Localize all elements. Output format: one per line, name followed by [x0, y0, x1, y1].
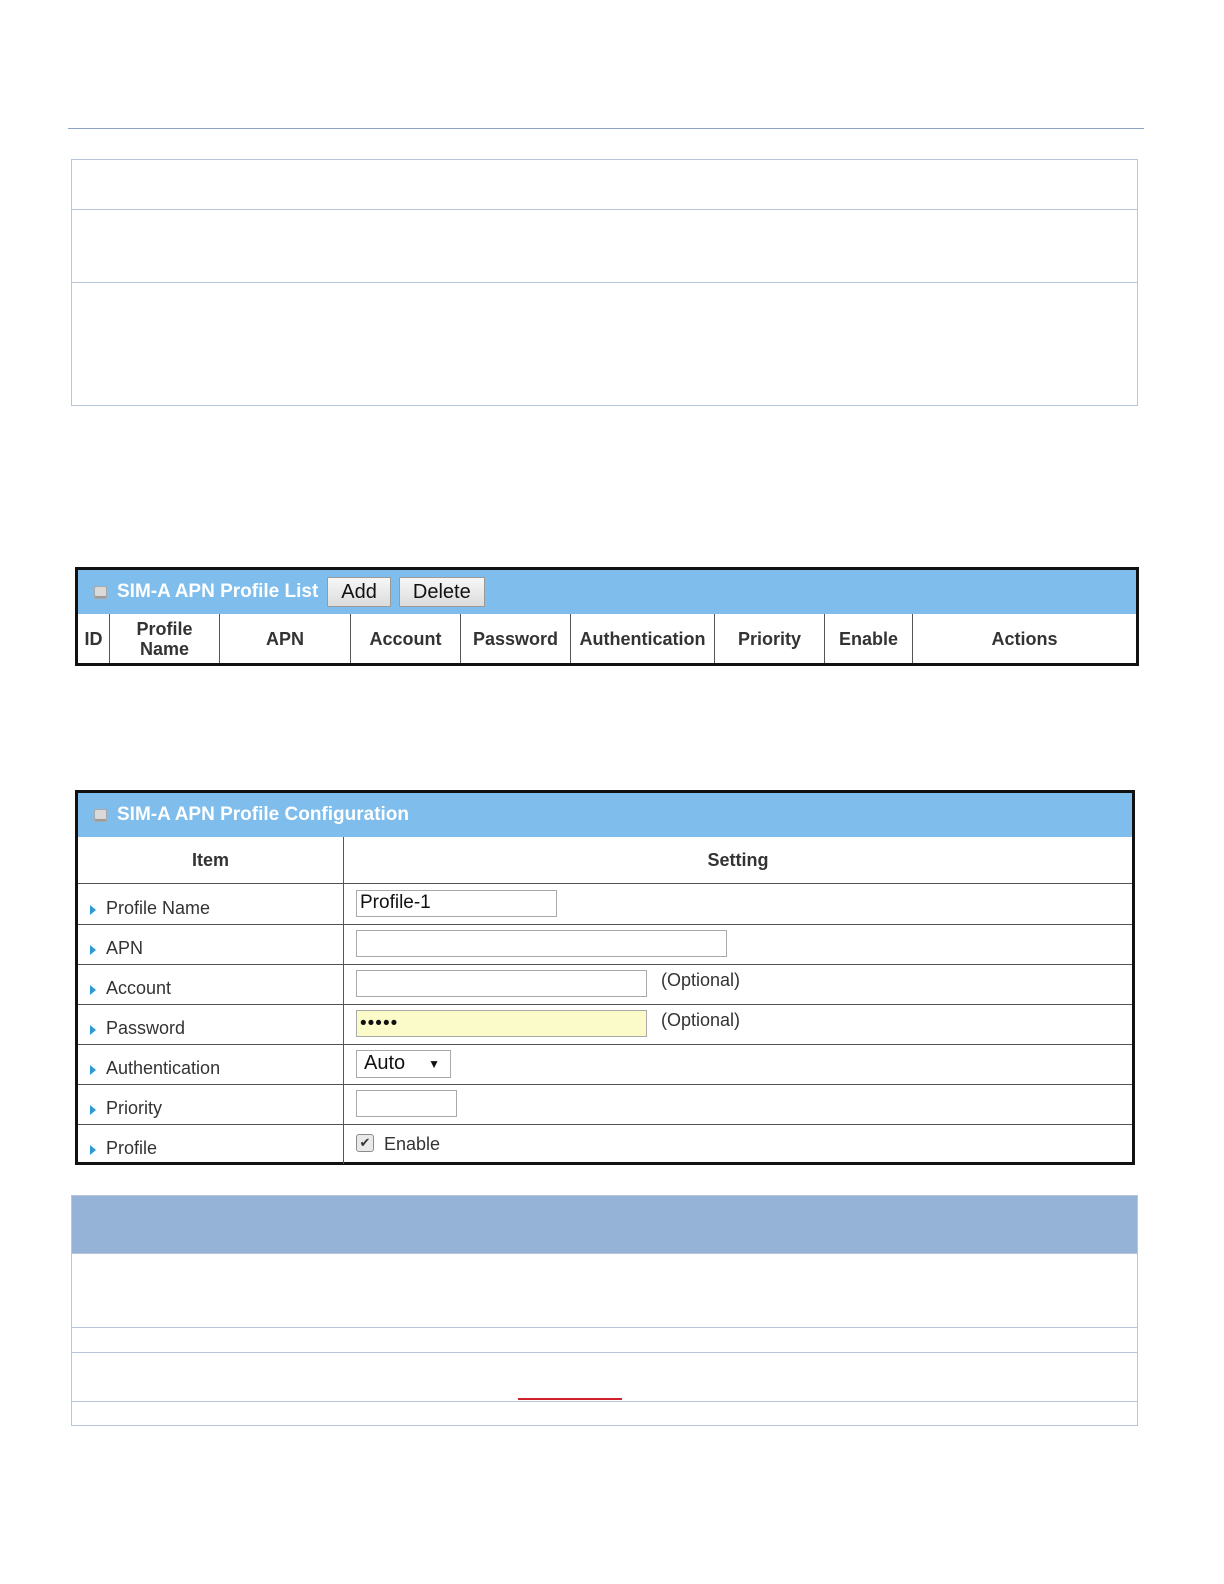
authentication-select[interactable]: Auto ▼ [356, 1049, 451, 1078]
col-account: Account [351, 614, 461, 663]
profile-name-label: Profile Name [106, 898, 211, 918]
col-actions: Actions [991, 628, 1058, 649]
panel-toggle-icon[interactable] [94, 808, 107, 822]
authentication-selected-value: Auto [364, 1052, 406, 1074]
config-row-profile: Profile ✔ Enable [78, 1124, 1132, 1164]
doc-row [72, 210, 1137, 283]
list-panel-header: SIM-A APN Profile List Add Delete [78, 570, 1136, 614]
password-label: Password [106, 1018, 186, 1038]
bullet-arrow-icon [90, 1105, 96, 1115]
col-priority: Priority [715, 614, 825, 663]
add-button[interactable]: Add [327, 577, 391, 607]
priority-input[interactable] [356, 1090, 457, 1117]
list-column-headers: ID Profile Name APN Account Password Aut… [78, 614, 1136, 663]
config-row-profile-name: Profile Name [78, 884, 1132, 924]
doc-table-bottom [71, 1195, 1138, 1426]
hyperlink-underline[interactable] [518, 1398, 622, 1400]
doc-row [72, 283, 1137, 405]
bullet-arrow-icon [90, 945, 96, 955]
profile-name-input[interactable] [356, 889, 557, 917]
bullet-arrow-icon [90, 1065, 96, 1075]
apn-profile-config-panel: SIM-A APN Profile Configuration Item Set… [75, 790, 1135, 1165]
config-row-priority: Priority [78, 1084, 1132, 1124]
account-label: Account [106, 978, 172, 998]
col-enable: Enable [825, 614, 913, 663]
bullet-arrow-icon [90, 1145, 96, 1155]
config-row-account: Account (Optional) [78, 964, 1132, 1004]
config-header-row: Item Setting [78, 837, 1132, 884]
priority-label: Priority [106, 1098, 163, 1118]
delete-button[interactable]: Delete [398, 577, 485, 607]
apn-label: APN [106, 938, 144, 958]
bullet-arrow-icon [90, 1025, 96, 1035]
bullet-arrow-icon [90, 985, 96, 995]
doc-row [72, 160, 1137, 210]
setting-header: Setting [707, 849, 769, 870]
account-optional-note: (Optional) [661, 970, 741, 990]
doc-row [72, 1253, 1137, 1327]
col-profile-name: Profile Name [110, 614, 220, 663]
col-id: ID [78, 614, 110, 663]
apn-profile-list-panel: SIM-A APN Profile List Add Delete ID Pro… [75, 567, 1139, 666]
dropdown-arrow-icon: ▼ [428, 1056, 440, 1071]
config-row-apn: APN [78, 924, 1132, 964]
checkmark-icon: ✔ [359, 1135, 371, 1150]
profile-label: Profile [106, 1138, 158, 1158]
col-apn: APN [220, 614, 351, 663]
authentication-label: Authentication [106, 1058, 221, 1078]
col-authentication: Authentication [571, 614, 715, 663]
list-panel-title: SIM-A APN Profile List [117, 581, 319, 602]
config-panel-header: SIM-A APN Profile Configuration [78, 793, 1132, 837]
password-optional-note: (Optional) [661, 1010, 741, 1030]
bullet-arrow-icon [90, 905, 96, 915]
doc-table-top [71, 159, 1138, 406]
apn-input[interactable] [356, 930, 727, 957]
password-input[interactable] [356, 1010, 647, 1037]
col-password: Password [461, 614, 571, 663]
config-row-authentication: Authentication Auto ▼ [78, 1044, 1132, 1084]
doc-row [72, 1327, 1137, 1352]
config-row-password: Password (Optional) [78, 1004, 1132, 1044]
doc-header-band [72, 1196, 1137, 1253]
item-header: Item [78, 837, 344, 883]
doc-row [72, 1401, 1137, 1425]
config-panel-title: SIM-A APN Profile Configuration [117, 804, 410, 825]
panel-toggle-icon[interactable] [94, 585, 107, 599]
profile-enable-label: Enable [384, 1134, 441, 1154]
doc-row [72, 1352, 1137, 1401]
profile-enable-checkbox[interactable]: ✔ [356, 1134, 374, 1152]
account-input[interactable] [356, 970, 647, 997]
header-rule [68, 128, 1144, 129]
